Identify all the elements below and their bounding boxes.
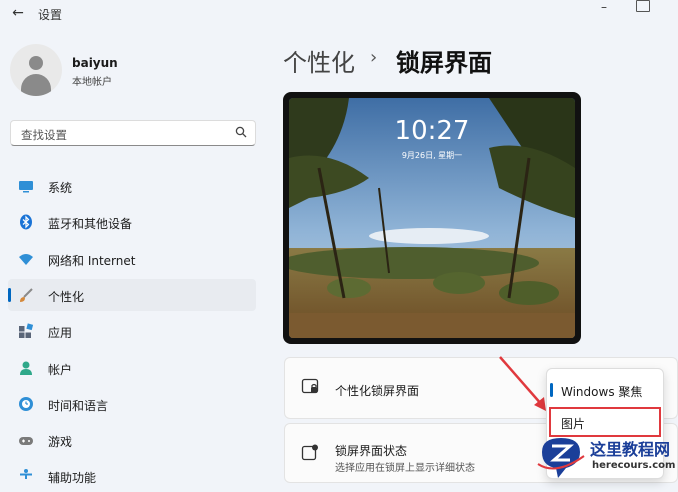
sidebar-item-label: 游戏 [48,435,73,449]
sidebar-item-personalization[interactable]: 个性化 [8,279,256,311]
sidebar-item-bluetooth[interactable]: 蓝牙和其他设备 [8,206,256,238]
lock-screen-preview: 10:27 9月26日, 星期一 [283,92,581,344]
active-indicator [8,288,11,302]
title-bar: ← 设置 – [0,0,678,28]
watermark-subtitle: herecours.com [592,460,676,471]
dropdown-option-label: 图片 [561,417,586,431]
maximize-button[interactable] [636,0,650,12]
sidebar-item-label: 帐户 [48,363,73,377]
watermark-title: 这里教程网 [590,440,671,459]
card-title: 个性化锁屏界面 [335,384,420,398]
page-title: 锁屏界面 [396,49,492,77]
selected-indicator [550,383,553,397]
sidebar-item-gaming[interactable]: 游戏 [8,424,256,456]
dropdown-option-label: Windows 聚焦 [561,385,643,399]
sidebar-item-apps[interactable]: 应用 [8,315,256,347]
gamepad-icon [19,437,33,445]
preview-date: 9月26日, 星期一 [401,151,463,160]
clock-globe-icon [19,397,33,411]
status-app-icon [301,444,318,461]
sidebar-item-accessibility[interactable]: 辅助功能 [8,460,256,492]
sidebar-item-time-language[interactable]: 时间和语言 [8,388,256,420]
app-title: 设置 [38,8,63,22]
search-icon [235,126,247,138]
lock-screen-icon [301,378,319,394]
back-button[interactable]: ← [8,4,28,22]
breadcrumb-separator: › [370,47,378,68]
sidebar-item-accounts[interactable]: 帐户 [8,352,256,384]
avatar-head-icon [29,56,43,70]
breadcrumb-parent-link[interactable]: 个性化 [283,43,355,78]
sidebar-item-label: 辅助功能 [48,471,97,485]
lock-screen-image: 10:27 9月26日, 星期一 [289,98,575,338]
accessibility-icon [20,469,32,479]
preview-clock: 10:27 [394,116,470,146]
card-subtitle: 选择应用在锁屏上显示详细状态 [335,463,475,474]
watermark-logo: 这里教程网 herecours.com [536,434,678,479]
dropdown-option-picture[interactable]: 图片 [549,407,661,437]
person-icon [20,361,32,375]
profile-account-type: 本地帐户 [72,77,112,88]
apps-icon [19,323,34,338]
search-input[interactable]: 查找设置 [10,120,256,146]
sidebar-item-label: 网络和 Internet [48,254,136,268]
sidebar-item-label: 应用 [48,326,73,340]
sidebar-item-network[interactable]: 网络和 Internet [8,243,256,275]
avatar-body-icon [21,74,51,96]
watermark-z-logo-icon [537,438,585,478]
dropdown-option-windows-spotlight[interactable]: Windows 聚焦 [549,375,661,405]
wifi-icon [19,254,33,265]
search-placeholder: 查找设置 [21,128,67,142]
sidebar-item-label: 系统 [48,181,73,195]
avatar[interactable] [10,44,62,96]
sidebar-item-system[interactable]: 系统 [8,170,256,202]
brush-icon [20,288,33,302]
minimize-button[interactable]: – [594,0,614,14]
profile-name: baiyun [72,56,118,70]
sidebar-item-label: 蓝牙和其他设备 [48,217,133,231]
card-title: 锁屏界面状态 [335,444,408,458]
sidebar-item-label: 个性化 [48,290,85,304]
bluetooth-icon [20,214,32,230]
sidebar-item-label: 时间和语言 [48,399,109,413]
monitor-icon [19,181,33,193]
